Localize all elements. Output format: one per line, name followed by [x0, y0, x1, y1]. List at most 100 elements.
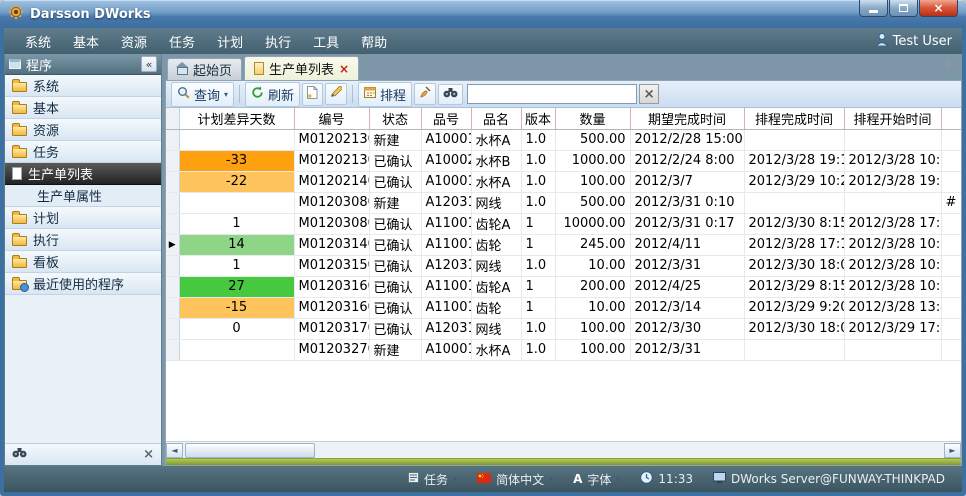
tab-production-order-list[interactable]: 生产单列表×: [244, 56, 359, 80]
row-indicator-cell: [166, 255, 179, 276]
menu-item-resources[interactable]: 资源: [110, 29, 158, 54]
cell-ver: 1.0: [521, 339, 555, 360]
cell-sched_end: 2012/3/29 10:20: [744, 171, 844, 192]
new-button[interactable]: [302, 83, 323, 106]
column-header[interactable]: 品号: [421, 108, 471, 129]
edit-button[interactable]: [325, 83, 347, 105]
cell-diff: [179, 192, 294, 213]
horizontal-scrollbar[interactable]: ◄ ►: [166, 441, 961, 458]
sidebar-item-recent-programs[interactable]: 最近使用的程序: [5, 273, 161, 295]
column-header[interactable]: 排程开始时间: [844, 108, 941, 129]
cell-sched_end: 2012/3/29 8:15: [744, 276, 844, 297]
column-header[interactable]: 品名: [471, 108, 521, 129]
query-button[interactable]: 查询 ▾: [171, 82, 234, 107]
refresh-label: 刷新: [268, 85, 294, 104]
status-font-selector[interactable]: A 字体 ▾: [566, 471, 627, 488]
scroll-right-button[interactable]: ►: [944, 443, 961, 458]
sidebar-item-label: 计划: [33, 208, 59, 227]
schedule-button[interactable]: 排程: [358, 82, 412, 107]
cell-extra: [941, 234, 961, 255]
grid-row[interactable]: M012021301新建A10001水杯A1.0500.002012/2/28 …: [166, 129, 961, 150]
grid-row[interactable]: ▶14M012031402已确认A11001齿轮1245.002012/4/11…: [166, 234, 961, 255]
status-task-selector[interactable]: 任务 ▾: [401, 471, 464, 488]
cell-extra: #: [941, 192, 961, 213]
scroll-left-button[interactable]: ◄: [166, 443, 183, 458]
sidebar-item-execution[interactable]: 执行: [5, 229, 161, 251]
sidebar-item-kanban[interactable]: 看板: [5, 251, 161, 273]
close-icon: ×: [933, 1, 943, 15]
grid-row[interactable]: M012032701新建A10001水杯A1.0100.002012/3/31: [166, 339, 961, 360]
column-header[interactable]: 排程完成时间: [744, 108, 844, 129]
cell-sched_end: [744, 339, 844, 360]
search-input[interactable]: [467, 84, 637, 104]
grid-row[interactable]: -33M012021302已确认A10002水杯B1.01000.002012/…: [166, 150, 961, 171]
sidebar-item-label: 系统: [33, 76, 59, 95]
sidebar-item-system[interactable]: 系统: [5, 75, 161, 97]
close-button[interactable]: ×: [919, 0, 958, 17]
sidebar-item-resources[interactable]: 资源: [5, 119, 161, 141]
grid-row[interactable]: -15M012031602已确认A11001齿轮110.002012/3/142…: [166, 297, 961, 318]
menu-item-tools[interactable]: 工具: [302, 29, 350, 54]
magnifier-icon: [177, 86, 190, 103]
folder-icon: [12, 104, 27, 114]
row-indicator-cell: ▶: [166, 234, 179, 255]
find-button[interactable]: [438, 84, 463, 105]
scrollbar-track[interactable]: [183, 443, 944, 458]
column-header[interactable]: 版本: [521, 108, 555, 129]
column-header[interactable]: 状态: [369, 108, 421, 129]
cell-pname: 齿轮: [471, 297, 521, 318]
menu-item-help[interactable]: 帮助: [350, 29, 398, 54]
pin-icon[interactable]: [944, 59, 954, 76]
grid-row[interactable]: 27M012031601已确认A11001齿轮A1200.002012/4/25…: [166, 276, 961, 297]
cell-extra: [941, 213, 961, 234]
sidebar-item-tasks[interactable]: 任务: [5, 141, 161, 163]
sidebar: 程序 « 系统基本资源任务生产单列表生产单属性计划执行看板最近使用的程序 ×: [4, 54, 162, 466]
grid-row[interactable]: 0M012031701已确认A12031网线1.0100.002012/3/30…: [166, 318, 961, 339]
window-title: Darsson DWorks: [30, 7, 151, 22]
user-box[interactable]: Test User: [876, 33, 952, 50]
clear-schedule-button[interactable]: [414, 83, 436, 105]
sidebar-item-production-order-properties[interactable]: 生产单属性: [5, 185, 161, 207]
sidebar-find-clear-button[interactable]: ×: [143, 447, 154, 462]
search-clear-button[interactable]: ×: [639, 84, 659, 104]
sidebar-item-basic[interactable]: 基本: [5, 97, 161, 119]
tab-start-page[interactable]: 起始页: [167, 58, 242, 80]
column-header[interactable]: 编号: [294, 108, 369, 129]
grid-row[interactable]: M012030801新建A12031网线1.0500.002012/3/31 0…: [166, 192, 961, 213]
sidebar-collapse-button[interactable]: «: [141, 56, 157, 72]
menu-item-system[interactable]: 系统: [14, 29, 62, 54]
folder-icon: [12, 258, 27, 268]
status-language-selector[interactable]: 简体中文 ▾: [470, 471, 560, 488]
cell-qty: 100.00: [555, 318, 630, 339]
menu-item-basic[interactable]: 基本: [62, 29, 110, 54]
column-header[interactable]: 期望完成时间: [630, 108, 744, 129]
cell-sched_end: 2012/3/30 8:15: [744, 213, 844, 234]
scrollbar-thumb[interactable]: [185, 443, 315, 458]
cell-pno: A12031: [421, 192, 471, 213]
sidebar-item-planning[interactable]: 计划: [5, 207, 161, 229]
menu-item-tasks[interactable]: 任务: [158, 29, 206, 54]
cell-extra: [941, 255, 961, 276]
cell-sched_start: 2012/3/28 10:52: [844, 150, 941, 171]
grid-row[interactable]: -22M012021401已确认A10001水杯A1.0100.002012/3…: [166, 171, 961, 192]
minimize-button[interactable]: [859, 0, 888, 17]
menu-item-execution[interactable]: 执行: [254, 29, 302, 54]
cell-ver: 1.0: [521, 129, 555, 150]
grid-row[interactable]: 1M012030802已确认A11001齿轮A110000.002012/3/3…: [166, 213, 961, 234]
cell-sched_start: 2012/3/28 10:52: [844, 234, 941, 255]
tab-close-button[interactable]: ×: [339, 62, 349, 76]
grid-row[interactable]: 1M012031501已确认A12031网线1.010.002012/3/312…: [166, 255, 961, 276]
menu-item-planning[interactable]: 计划: [206, 29, 254, 54]
cell-pno: A11001: [421, 213, 471, 234]
column-header[interactable]: 计划差异天数: [179, 108, 294, 129]
row-indicator-header: [166, 108, 179, 129]
column-header[interactable]: 数量: [555, 108, 630, 129]
refresh-button[interactable]: 刷新: [245, 82, 300, 107]
cell-sched_start: 2012/3/28 10:52: [844, 255, 941, 276]
maximize-button[interactable]: [889, 0, 918, 17]
cell-pname: 水杯B: [471, 150, 521, 171]
cell-id: M012021301: [294, 129, 369, 150]
sidebar-item-production-order-list[interactable]: 生产单列表: [5, 163, 161, 185]
binoculars-icon[interactable]: [12, 447, 27, 462]
cell-diff: [179, 339, 294, 360]
